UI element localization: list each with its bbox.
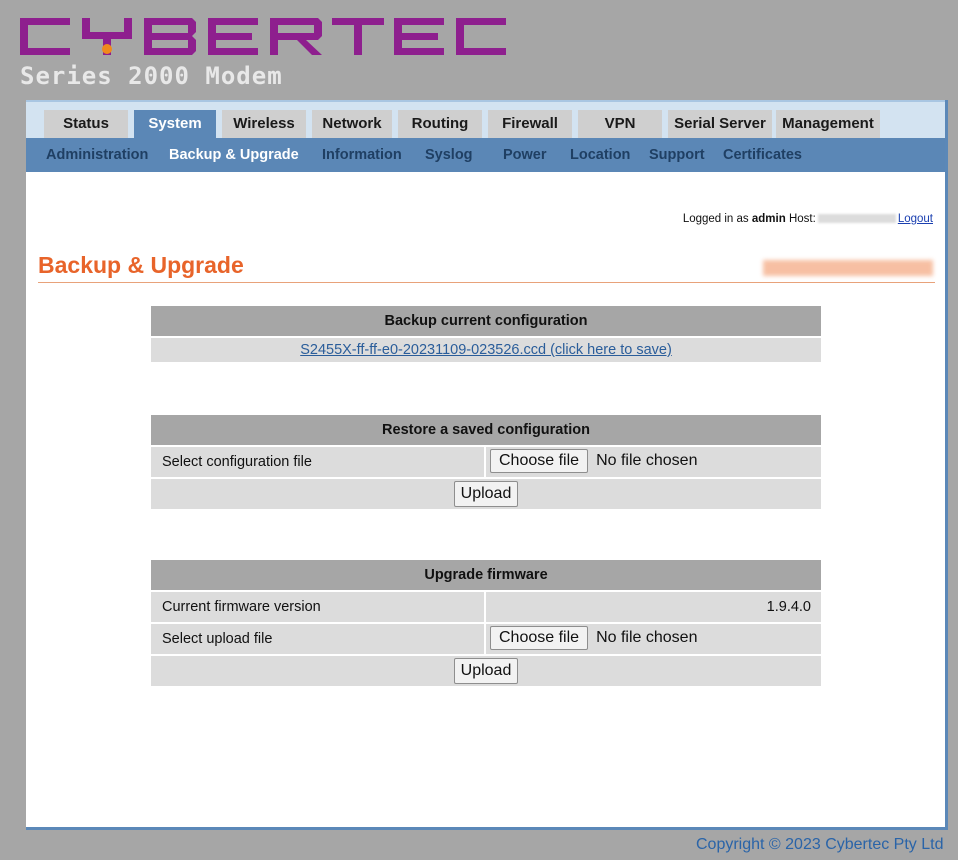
main-tabs: Status System Wireless Network Routing F… <box>26 100 945 138</box>
subnav-location[interactable]: Location <box>570 138 630 172</box>
logged-in-label: Logged in as <box>682 213 749 225</box>
restore-file-row: Select configuration file Choose file No… <box>151 447 821 477</box>
clock-redacted <box>763 260 933 276</box>
firmware-upload-button[interactable]: Upload <box>453 658 519 684</box>
product-subtitle: Series 2000 Modem <box>20 62 283 90</box>
firmware-select-label: Select upload file <box>151 624 484 654</box>
sub-navigation: Administration Backup & Upgrade Informat… <box>26 138 945 172</box>
tab-network[interactable]: Network <box>312 110 392 138</box>
firmware-version-row: Current firmware version 1.9.4.0 <box>151 592 821 622</box>
backup-section: Backup current configuration S2455X-ff-f… <box>151 306 821 362</box>
subnav-administration[interactable]: Administration <box>46 138 148 172</box>
logout-link[interactable]: Logout <box>898 213 933 225</box>
tab-system[interactable]: System <box>134 110 216 138</box>
subnav-backup-upgrade[interactable]: Backup & Upgrade <box>169 138 299 172</box>
restore-heading: Restore a saved configuration <box>151 415 821 445</box>
restore-choose-file-button[interactable]: Choose file <box>490 449 589 473</box>
tab-vpn[interactable]: VPN <box>578 110 662 138</box>
firmware-version-value: 1.9.4.0 <box>486 592 821 622</box>
copyright-footer: Copyright © 2023 Cybertec Pty Ltd <box>696 836 944 853</box>
firmware-file-row: Select upload file Choose file No file c… <box>151 624 821 654</box>
firmware-file-cell: Choose file No file chosen <box>486 624 821 654</box>
subnav-support[interactable]: Support <box>649 138 705 172</box>
tab-routing[interactable]: Routing <box>398 110 482 138</box>
backup-link-row: S2455X-ff-ff-e0-20231109-023526.ccd (cli… <box>151 338 821 362</box>
tab-management[interactable]: Management <box>776 110 880 138</box>
cybertec-logo <box>20 18 506 55</box>
tab-firewall[interactable]: Firewall <box>488 110 572 138</box>
header: Series 2000 Modem <box>0 0 958 100</box>
host-label: Host: <box>788 213 816 225</box>
restore-upload-cell: Upload <box>151 479 821 509</box>
title-divider <box>38 282 935 283</box>
subnav-power[interactable]: Power <box>503 138 547 172</box>
restore-select-label: Select configuration file <box>151 447 484 477</box>
restore-section: Restore a saved configuration Select con… <box>151 415 821 509</box>
session-info: Logged in as admin Host: Logout <box>683 213 933 225</box>
restore-upload-button[interactable]: Upload <box>453 481 519 507</box>
firmware-upload-row: Upload <box>151 656 821 686</box>
backup-heading: Backup current configuration <box>151 306 821 336</box>
username: admin <box>751 213 786 225</box>
firmware-choose-file-button[interactable]: Choose file <box>490 626 589 650</box>
tab-serial-server[interactable]: Serial Server <box>668 110 772 138</box>
tab-status[interactable]: Status <box>44 110 128 138</box>
firmware-upload-cell: Upload <box>151 656 821 686</box>
firmware-no-file-text: No file chosen <box>596 629 698 646</box>
page-title: Backup & Upgrade <box>38 252 244 278</box>
firmware-section: Upgrade firmware Current firmware versio… <box>151 560 821 686</box>
host-value-redacted <box>817 214 896 224</box>
main-frame: Status System Wireless Network Routing F… <box>26 100 948 830</box>
restore-file-cell: Choose file No file chosen <box>486 447 821 477</box>
restore-upload-row: Upload <box>151 479 821 509</box>
save-config-link[interactable]: S2455X-ff-ff-e0-20231109-023526.ccd (cli… <box>300 342 672 358</box>
subnav-information[interactable]: Information <box>322 138 402 172</box>
firmware-heading: Upgrade firmware <box>151 560 821 590</box>
tab-wireless[interactable]: Wireless <box>222 110 306 138</box>
subnav-syslog[interactable]: Syslog <box>425 138 473 172</box>
firmware-version-label: Current firmware version <box>151 592 484 622</box>
restore-no-file-text: No file chosen <box>596 452 698 469</box>
subnav-certificates[interactable]: Certificates <box>723 138 802 172</box>
